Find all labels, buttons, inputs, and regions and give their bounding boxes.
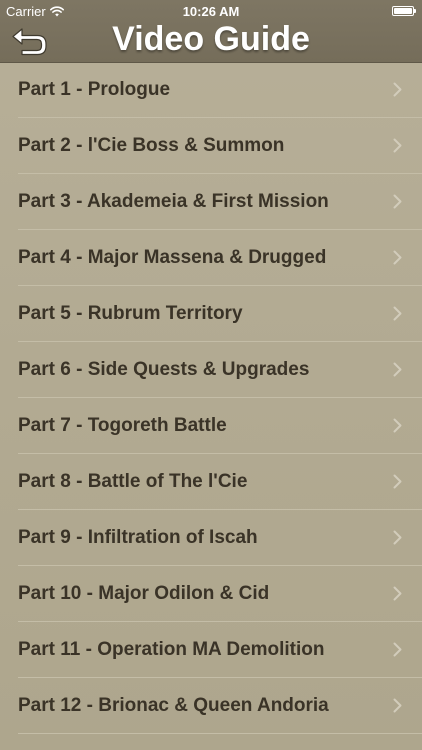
chevron-right-icon bbox=[393, 250, 402, 265]
chevron-right-icon bbox=[393, 698, 402, 713]
back-arrow-icon bbox=[12, 28, 47, 56]
list-item[interactable]: Part 9 - Infiltration of Iscah bbox=[0, 510, 422, 566]
chevron-right-icon bbox=[393, 642, 402, 657]
list-item[interactable]: Part 7 - Togoreth Battle bbox=[0, 398, 422, 454]
list-item[interactable]: Part 6 - Side Quests & Upgrades bbox=[0, 342, 422, 398]
list-item[interactable]: Part 5 - Rubrum Territory bbox=[0, 286, 422, 342]
chevron-right-icon bbox=[393, 138, 402, 153]
list-item[interactable]: Part 8 - Battle of The l'Cie bbox=[0, 454, 422, 510]
status-time: 10:26 AM bbox=[182, 4, 240, 19]
list-item-label: Part 10 - Major Odilon & Cid bbox=[18, 583, 270, 604]
chevron-right-icon bbox=[393, 82, 402, 97]
chevron-right-icon bbox=[393, 530, 402, 545]
list-item-label: Part 2 - l'Cie Boss & Summon bbox=[18, 135, 285, 156]
navigation-bar: Carrier 10:26 AM Video Guide bbox=[0, 0, 422, 63]
list-item-label: Part 1 - Prologue bbox=[18, 79, 171, 100]
list-item-label: Part 9 - Infiltration of Iscah bbox=[18, 527, 258, 548]
list-item[interactable]: Part 4 - Major Massena & Drugged bbox=[0, 230, 422, 286]
page-title: Video Guide bbox=[112, 20, 310, 58]
list-item[interactable]: Part 3 - Akademeia & First Mission bbox=[0, 174, 422, 230]
chevron-right-icon bbox=[393, 474, 402, 489]
list-item-label: Part 7 - Togoreth Battle bbox=[18, 415, 227, 436]
chevron-right-icon bbox=[393, 306, 402, 321]
list-item-label: Part 12 - Brionac & Queen Andoria bbox=[18, 695, 329, 716]
battery-icon bbox=[392, 6, 416, 16]
list-item-label: Part 11 - Operation MA Demolition bbox=[18, 639, 325, 660]
list-item[interactable]: Part 12 - Brionac & Queen Andoria bbox=[0, 678, 422, 734]
list-item[interactable]: Part 11 - Operation MA Demolition bbox=[0, 622, 422, 678]
list-item[interactable]: Part 10 - Major Odilon & Cid bbox=[0, 566, 422, 622]
chevron-right-icon bbox=[393, 362, 402, 377]
list-item[interactable]: Part 2 - l'Cie Boss & Summon bbox=[0, 118, 422, 174]
list-item-label: Part 3 - Akademeia & First Mission bbox=[18, 191, 329, 212]
list-item-label: Part 4 - Major Massena & Drugged bbox=[18, 247, 327, 268]
chevron-right-icon bbox=[393, 418, 402, 433]
list-item[interactable]: Part 1 - Prologue bbox=[0, 62, 422, 118]
back-button[interactable] bbox=[8, 24, 52, 58]
video-list: Part 1 - Prologue Part 2 - l'Cie Boss & S… bbox=[0, 62, 422, 734]
app-screen: Carrier 10:26 AM Video Guide Part 1 - Pr… bbox=[0, 0, 422, 750]
chevron-right-icon bbox=[393, 586, 402, 601]
chevron-right-icon bbox=[393, 194, 402, 209]
list-item-label: Part 8 - Battle of The l'Cie bbox=[18, 471, 248, 492]
list-item-label: Part 6 - Side Quests & Upgrades bbox=[18, 359, 310, 380]
list-item-label: Part 5 - Rubrum Territory bbox=[18, 303, 243, 324]
